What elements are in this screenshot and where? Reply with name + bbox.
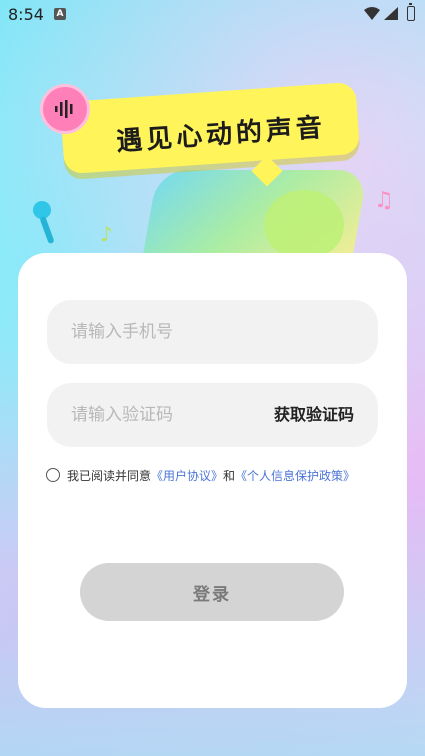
microphone-icon [33, 201, 54, 244]
hero-banner: 遇见心动的声音 ♪ ♫ [0, 70, 425, 260]
wifi-icon [364, 7, 380, 20]
agreement-prefix: 我已阅读并同意 [67, 468, 152, 483]
phone-input-row [47, 300, 378, 364]
status-time: 8:54 [8, 5, 44, 24]
agreement-checkbox[interactable] [46, 468, 60, 482]
stage-disc-illustration [264, 190, 344, 260]
status-bar: 8:54 A [0, 0, 425, 30]
code-input-row: 获取验证码 [47, 383, 378, 447]
battery-charging-icon [407, 3, 415, 21]
music-note-icon: ♪ [100, 222, 113, 246]
music-note-icon: ♫ [374, 188, 394, 213]
agreement-row: 我已阅读并同意 《用户协议》 和 《个人信息保护政策》 [46, 465, 355, 485]
phone-input[interactable] [71, 300, 361, 364]
a-icon: A [54, 8, 66, 20]
verification-code-input[interactable] [71, 383, 251, 447]
agreement-connector: 和 [223, 468, 236, 483]
login-card: 获取验证码 我已阅读并同意 《用户协议》 和 《个人信息保护政策》 登录 [18, 253, 407, 708]
signal-icon [384, 7, 398, 20]
user-agreement-link[interactable]: 《用户协议》 [151, 467, 223, 484]
login-button[interactable]: 登录 [80, 563, 344, 621]
soundwave-badge-icon [40, 84, 90, 134]
privacy-policy-link[interactable]: 《个人信息保护政策》 [235, 467, 355, 484]
get-code-button[interactable]: 获取验证码 [274, 383, 354, 447]
